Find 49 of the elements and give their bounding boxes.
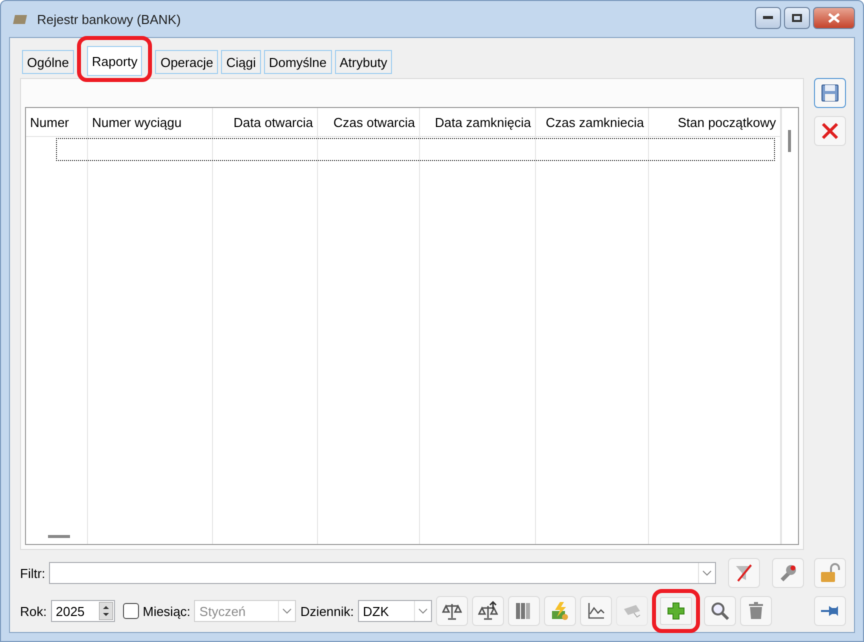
toolbar-button[interactable] xyxy=(652,589,700,633)
filter-label: Filtr: xyxy=(20,566,46,580)
cancel-button[interactable] xyxy=(814,116,846,146)
scrollbar-thumb[interactable] xyxy=(48,535,70,538)
save-button[interactable] xyxy=(814,78,846,108)
scales-icon xyxy=(442,601,462,621)
line-chart-icon xyxy=(586,601,606,621)
column-header[interactable]: Stan początkowy xyxy=(649,108,781,136)
tab[interactable]: Domyślne xyxy=(264,50,332,74)
close-icon xyxy=(820,121,840,141)
save-icon xyxy=(820,83,840,103)
lock-button[interactable] xyxy=(814,558,846,588)
window-title: Rejestr bankowy (BANK) xyxy=(37,12,181,26)
year-label: Rok: xyxy=(20,604,47,618)
tab[interactable]: Ogólne xyxy=(22,50,74,74)
filter-field[interactable] xyxy=(49,562,716,584)
tab[interactable]: Operacje xyxy=(155,50,218,74)
tab[interactable]: Raporty xyxy=(86,46,142,76)
search-icon xyxy=(710,601,730,621)
maximize-button[interactable] xyxy=(784,7,810,29)
minimize-icon xyxy=(763,16,773,20)
minimize-button[interactable] xyxy=(755,7,781,29)
scales-arrow-icon xyxy=(478,601,498,621)
column-header[interactable]: Numer wyciągu xyxy=(88,108,213,136)
column-header[interactable]: Czas zamkniecia xyxy=(536,108,649,136)
column-header[interactable]: Numer xyxy=(26,108,88,136)
pin-button[interactable] xyxy=(814,596,846,626)
close-icon xyxy=(828,13,840,23)
journal-label: Dziennik: xyxy=(300,604,354,618)
crossed-filter-icon xyxy=(734,563,754,583)
year-spinner[interactable]: 2025 xyxy=(50,600,115,622)
column-header[interactable]: Data otwarcia xyxy=(213,108,318,136)
clear-filter-button[interactable] xyxy=(728,558,760,588)
scrollbar-thumb[interactable] xyxy=(788,130,791,152)
column-header[interactable]: Data zamknięcia xyxy=(420,108,536,136)
plus-icon xyxy=(666,601,686,621)
maximize-icon xyxy=(792,14,802,22)
journal-select[interactable]: DZK xyxy=(358,600,432,622)
tab[interactable]: Ciągi xyxy=(221,50,261,74)
month-label: Miesiąc: xyxy=(142,604,190,618)
padlock-icon xyxy=(820,563,840,583)
app-icon xyxy=(13,13,29,25)
column-header[interactable]: Czas otwarcia xyxy=(318,108,420,136)
tab[interactable]: Atrybuty xyxy=(334,50,392,74)
settings-button[interactable] xyxy=(772,558,804,588)
spinner-arrows-icon xyxy=(98,602,113,620)
wrench-icon xyxy=(778,563,798,583)
close-button[interactable] xyxy=(813,7,855,29)
money-lightning-icon xyxy=(550,601,570,621)
